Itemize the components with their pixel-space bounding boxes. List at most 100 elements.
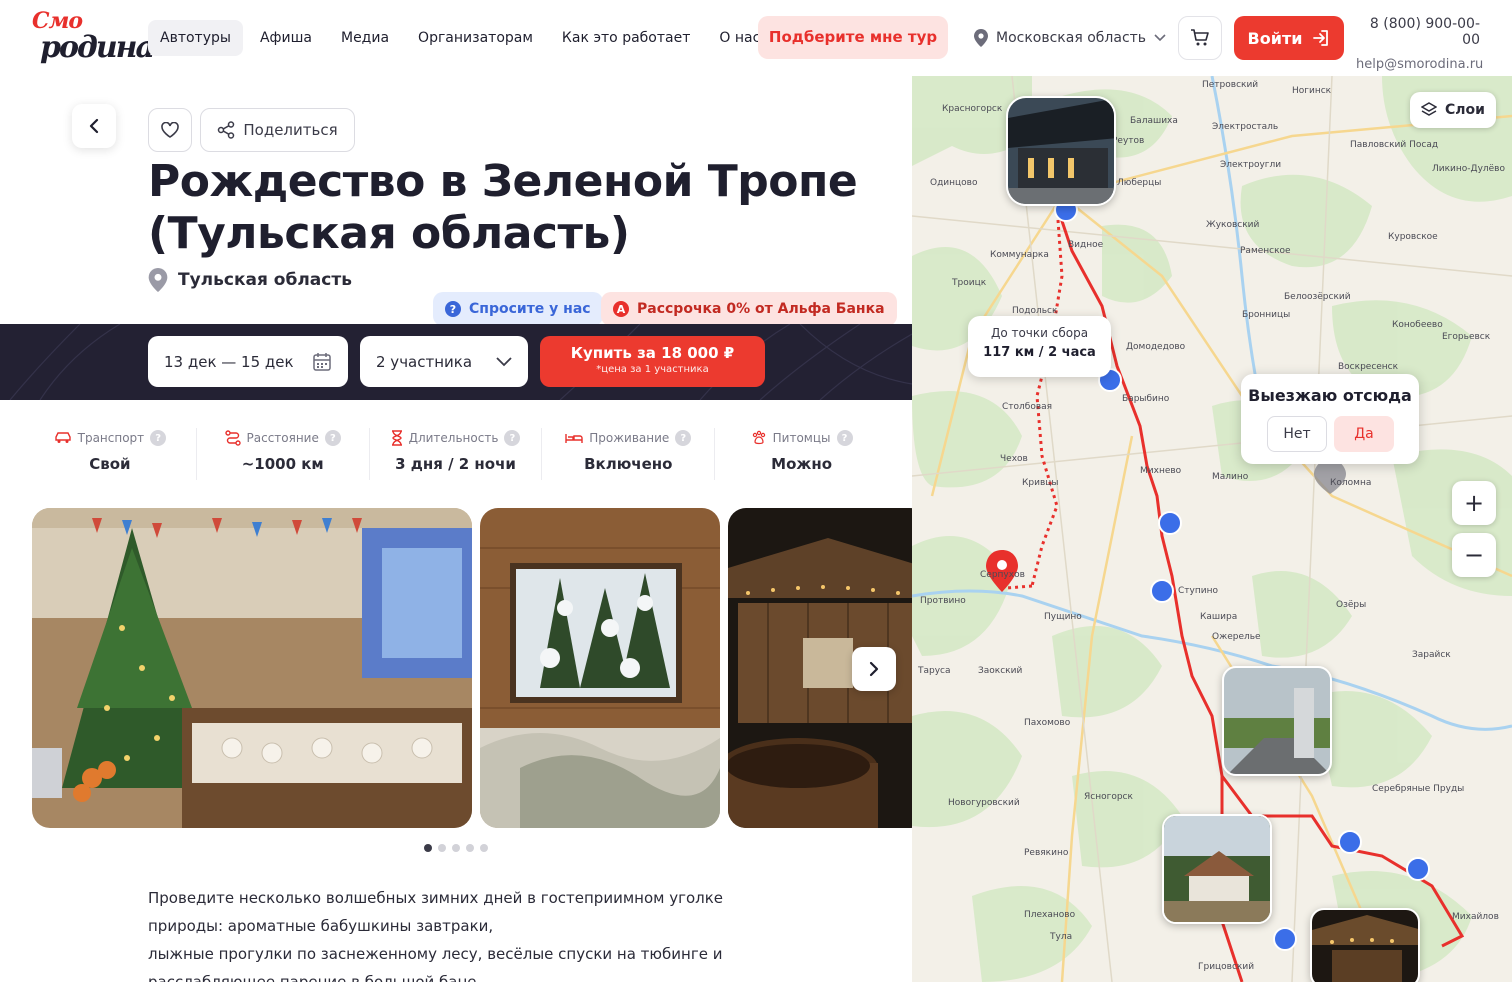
calendar-icon xyxy=(313,352,331,371)
photo-image xyxy=(32,508,472,828)
nav-item-afisha[interactable]: Афиша xyxy=(248,20,324,56)
departure-popup: Выезжаю отсюда Нет Да xyxy=(1241,374,1419,464)
map-town-label: Куровское xyxy=(1388,232,1438,242)
map-town-label: Коммунарка xyxy=(990,250,1049,260)
feature-label: Длительность xyxy=(408,431,499,445)
chevron-down-icon xyxy=(1154,34,1166,42)
nav-item-media[interactable]: Медиа xyxy=(329,20,401,56)
car-icon xyxy=(54,432,71,443)
gallery-dot[interactable] xyxy=(424,844,432,852)
map-town-label: Троицк xyxy=(952,278,987,288)
gallery-photo-bedroom[interactable] xyxy=(480,508,720,828)
map-town-label: Ревякино xyxy=(1024,848,1069,858)
site-logo[interactable]: Смо родина xyxy=(32,8,155,68)
region-selector[interactable]: Московская область xyxy=(974,26,1166,50)
question-icon: ? xyxy=(445,301,461,317)
gallery-pagination xyxy=(424,844,488,852)
bed-icon xyxy=(565,434,583,443)
phone-link[interactable]: 8 (800) 900-00-00 xyxy=(1356,16,1480,48)
departure-yes-button[interactable]: Да xyxy=(1334,416,1394,452)
map-layers-button[interactable]: Слои xyxy=(1410,92,1496,128)
departure-no-button[interactable]: Нет xyxy=(1267,416,1327,452)
map-town-label: Видное xyxy=(1068,240,1104,250)
favorite-button[interactable] xyxy=(148,108,192,152)
description-line: лыжные прогулки по заснеженному лесу, ве… xyxy=(148,945,723,963)
pick-tour-button[interactable]: Подберите мне тур xyxy=(758,16,948,59)
map-town-label: Красногорск xyxy=(942,104,1003,114)
feature-value: Можно xyxy=(771,455,832,473)
map-town-label: Раменское xyxy=(1240,246,1291,256)
map-town-label: Зарайск xyxy=(1412,650,1451,660)
date-range-picker[interactable]: 13 дек — 15 дек xyxy=(148,336,348,387)
buy-button[interactable]: Купить за 18 000 ₽ *цена за 1 участника xyxy=(540,336,765,387)
map-town-label: Ступино xyxy=(1178,586,1218,596)
map-zoom-in-button[interactable]: + xyxy=(1452,481,1496,525)
nav-item-how-it-works[interactable]: Как это работает xyxy=(550,20,702,56)
back-button[interactable] xyxy=(72,104,116,148)
site-header: Смо родина Автотуры Афиша Медиа Организа… xyxy=(0,0,1512,76)
help-icon[interactable]: ? xyxy=(150,430,167,446)
map-layers-label: Слои xyxy=(1445,102,1485,118)
map-town-label: Балашиха xyxy=(1130,116,1178,126)
map-town-label: Коломна xyxy=(1330,478,1372,488)
feature-value: Включено xyxy=(584,455,673,473)
map-town-label: Ногинск xyxy=(1292,86,1332,96)
map-photo-road[interactable] xyxy=(1222,666,1332,776)
map-zoom-out-button[interactable]: − xyxy=(1452,533,1496,577)
map-photo-evening[interactable] xyxy=(1310,908,1420,982)
login-button[interactable]: Войти xyxy=(1234,16,1344,60)
gallery-dot[interactable] xyxy=(438,844,446,852)
map-town-label: Конобеево xyxy=(1392,320,1443,330)
share-button[interactable]: Поделиться xyxy=(200,108,355,152)
logo-bottom: родина xyxy=(40,30,155,65)
map-town-label: Люберцы xyxy=(1117,178,1162,188)
map-town-label: Егорьевск xyxy=(1442,332,1491,342)
map-town-label: Пахомово xyxy=(1024,718,1071,728)
map-town-label: Михайлов xyxy=(1452,912,1499,922)
route-icon xyxy=(224,430,241,446)
description-line: расслабляющее парение в большой бане xyxy=(148,973,477,982)
map-town-label: Кривцы xyxy=(1022,478,1059,488)
participants-select[interactable]: 2 участника xyxy=(360,336,528,387)
map-town-label: Подольск xyxy=(1012,306,1058,316)
feature-value: ~1000 км xyxy=(241,455,324,473)
map-town-label: Новогуровский xyxy=(948,798,1020,808)
help-icon[interactable]: ? xyxy=(504,430,521,446)
feature-label: Проживание xyxy=(589,431,670,445)
help-icon[interactable]: ? xyxy=(324,430,341,446)
map-town-label: Протвино xyxy=(920,596,966,606)
route-map[interactable]: Красногорск Петровский Ногинск Балашиха … xyxy=(912,76,1512,982)
map-town-label: Одинцово xyxy=(930,178,978,188)
gallery-photo-christmas-hall[interactable] xyxy=(32,508,472,828)
map-town-label: Павловский Посад xyxy=(1350,140,1439,150)
map-photo-start[interactable] xyxy=(1006,96,1116,206)
cart-button[interactable] xyxy=(1178,16,1222,60)
map-photo-house[interactable] xyxy=(1162,814,1272,924)
help-icon[interactable]: ? xyxy=(836,430,853,446)
chevron-right-icon xyxy=(869,661,879,677)
map-town-label: Петровский xyxy=(1202,80,1259,90)
installment-badge[interactable]: А Рассрочка 0% от Альфа Банка xyxy=(601,292,897,326)
map-town-label: Озёры xyxy=(1336,600,1367,610)
nav-item-autotours[interactable]: Автотуры xyxy=(148,20,243,56)
gallery-dot[interactable] xyxy=(452,844,460,852)
map-town-label: Заокский xyxy=(978,666,1023,676)
feature-value: 3 дня / 2 ночи xyxy=(395,455,516,473)
photo-image xyxy=(1224,668,1330,774)
map-town-label: Столбовая xyxy=(1002,402,1053,412)
gallery-next-button[interactable] xyxy=(852,647,896,691)
feature-label: Расстояние xyxy=(246,431,319,445)
photo-image xyxy=(1312,910,1418,982)
map-town-label: Жуковский xyxy=(1206,220,1260,230)
nav-item-organizers[interactable]: Организаторам xyxy=(406,20,545,56)
map-town-label: Воскресенск xyxy=(1338,362,1399,372)
installment-label: Рассрочка 0% от Альфа Банка xyxy=(637,301,885,317)
ask-us-badge[interactable]: ? Спросите у нас xyxy=(433,292,603,326)
email-link[interactable]: help@smorodina.ru xyxy=(1356,57,1483,72)
gallery-dot[interactable] xyxy=(480,844,488,852)
help-icon[interactable]: ? xyxy=(675,430,692,446)
alfa-bank-icon: А xyxy=(613,301,629,317)
gallery-dot[interactable] xyxy=(466,844,474,852)
map-town-label: Серебряные Пруды xyxy=(1372,784,1465,794)
photo-gallery xyxy=(32,508,912,828)
